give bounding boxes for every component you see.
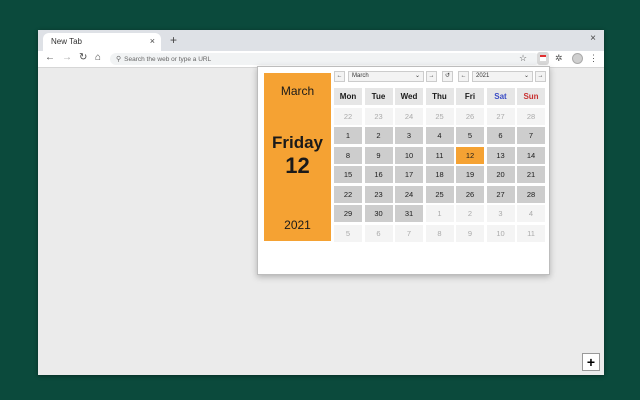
add-shortcut-button[interactable]: +	[582, 353, 600, 371]
next-year-button[interactable]: →	[535, 71, 546, 82]
tab-title: New Tab	[51, 37, 82, 46]
calendar-day-other-month[interactable]: 3	[486, 205, 515, 222]
calendar-day-other-month[interactable]: 5	[334, 224, 362, 242]
calendar: ← March ⌄ → ↺ ← 2021 ⌄ → Mon Tue Wed Thu Fri…	[334, 71, 547, 242]
selected-weekday: Friday	[271, 133, 324, 152]
home-icon[interactable]: ⌂	[95, 52, 101, 63]
calendar-day[interactable]: 31	[395, 205, 423, 222]
calendar-day[interactable]: 15	[334, 166, 362, 183]
address-placeholder: Search the web or type a URL	[124, 56, 212, 63]
selected-month: March	[280, 84, 315, 98]
calendar-day[interactable]: 19	[456, 166, 484, 183]
calendar-day[interactable]: 29	[334, 205, 362, 222]
calendar-day[interactable]: 22	[334, 185, 362, 203]
calendar-day[interactable]: 25	[425, 185, 454, 203]
selected-date: 12	[285, 153, 310, 178]
reload-icon[interactable]: ↻	[79, 52, 87, 63]
calendar-day-other-month[interactable]: 27	[486, 107, 515, 125]
calendar-day-other-month[interactable]: 24	[395, 107, 423, 125]
calendar-day[interactable]: 9	[364, 146, 393, 164]
selected-year: 2021	[284, 218, 311, 232]
calendar-day[interactable]: 23	[364, 185, 393, 203]
year-select-value: 2021	[476, 73, 490, 79]
calendar-day-other-month[interactable]: 25	[425, 107, 454, 125]
calendar-day[interactable]: 27	[486, 185, 515, 203]
calendar-day[interactable]: 6	[486, 127, 515, 144]
calendar-day-other-month[interactable]: 9	[456, 224, 484, 242]
calendar-day-other-month[interactable]: 28	[517, 107, 545, 125]
tab-close-icon[interactable]: ×	[150, 36, 155, 46]
tab-new-tab[interactable]: New Tab ×	[43, 33, 161, 51]
calendar-day-other-month[interactable]: 11	[517, 224, 545, 242]
calendar-day[interactable]: 11	[425, 146, 454, 164]
prev-month-button[interactable]: ←	[334, 71, 345, 82]
calendar-day[interactable]: 30	[364, 205, 393, 222]
search-icon: ⚲	[116, 56, 122, 63]
calendar-day-other-month[interactable]: 2	[456, 205, 484, 222]
calendar-day[interactable]: 16	[364, 166, 393, 183]
calendar-day[interactable]: 5	[456, 127, 484, 144]
calendar-day[interactable]: 7	[517, 127, 545, 144]
bookmark-star-icon[interactable]: ☆	[519, 53, 527, 64]
next-month-button[interactable]: →	[426, 71, 437, 82]
calendar-day-other-month[interactable]: 22	[334, 107, 362, 125]
calendar-day-other-month[interactable]: 6	[364, 224, 393, 242]
calendar-day[interactable]: 1	[334, 127, 362, 144]
weekday-header: Wed	[395, 88, 423, 105]
calendar-day[interactable]: 21	[517, 166, 545, 183]
weekday-header: Sun	[517, 88, 545, 105]
month-select[interactable]: March ⌄	[348, 71, 424, 82]
calendar-day-other-month[interactable]: 4	[517, 205, 545, 222]
selected-date-panel: March Friday 12 2021	[264, 73, 331, 241]
weekday-header: Fri	[456, 88, 484, 105]
forward-arrow-icon[interactable]: →	[62, 52, 72, 63]
window-close-icon[interactable]: ×	[590, 33, 596, 44]
calendar-day[interactable]: 17	[395, 166, 423, 183]
calendar-day[interactable]: 10	[395, 146, 423, 164]
calendar-day[interactable]: 2	[364, 127, 393, 144]
calendar-controls: ← March ⌄ → ↺ ← 2021 ⌄ →	[334, 71, 547, 83]
reset-today-button[interactable]: ↺	[442, 71, 453, 82]
calendar-day[interactable]: 28	[517, 185, 545, 203]
calendar-day-other-month[interactable]: 8	[425, 224, 454, 242]
weekday-header: Thu	[425, 88, 454, 105]
weekday-header: Tue	[364, 88, 393, 105]
browser-menu-icon[interactable]: ⋮	[589, 53, 598, 64]
calendar-day[interactable]: 13	[486, 146, 515, 164]
browser-window: New Tab × + × ← → ↻ ⌂ ⚲ Search the web or…	[38, 30, 604, 375]
back-arrow-icon[interactable]: ←	[45, 52, 55, 63]
calendar-popup: March Friday 12 2021 ← March ⌄ → ↺ ← 202…	[257, 66, 550, 275]
calendar-day-other-month[interactable]: 1	[425, 205, 454, 222]
calendar-day[interactable]: 20	[486, 166, 515, 183]
calendar-day[interactable]: 26	[456, 185, 484, 203]
calendar-day-other-month[interactable]: 10	[486, 224, 515, 242]
calendar-day[interactable]: 3	[395, 127, 423, 144]
calendar-day-other-month[interactable]: 7	[395, 224, 423, 242]
weekday-header: Mon	[334, 88, 362, 105]
calendar-day[interactable]: 18	[425, 166, 454, 183]
profile-avatar-icon[interactable]	[572, 53, 583, 64]
month-select-value: March	[352, 73, 369, 79]
calendar-day[interactable]: 8	[334, 146, 362, 164]
tab-strip: New Tab × + ×	[38, 30, 604, 51]
calendar-day-other-month[interactable]: 26	[456, 107, 484, 125]
new-tab-button[interactable]: +	[170, 33, 177, 47]
extensions-puzzle-icon[interactable]: ✲	[555, 53, 563, 64]
year-select[interactable]: 2021 ⌄	[472, 71, 533, 82]
chevron-down-icon: ⌄	[414, 73, 420, 79]
calendar-day-today[interactable]: 12	[456, 146, 484, 164]
address-bar[interactable]: ⚲ Search the web or type a URL	[110, 53, 540, 65]
calendar-extension-icon[interactable]	[537, 52, 549, 65]
prev-year-button[interactable]: ←	[458, 71, 469, 82]
calendar-day[interactable]: 14	[517, 146, 545, 164]
calendar-day-other-month[interactable]: 23	[364, 107, 393, 125]
calendar-grid: Mon Tue Wed Thu Fri Sat Sun 22 23 24 25 26 27 28 1 2 3 4 5…	[334, 88, 547, 242]
chevron-down-icon: ⌄	[523, 73, 529, 79]
calendar-day[interactable]: 24	[395, 185, 423, 203]
calendar-day[interactable]: 4	[425, 127, 454, 144]
weekday-header: Sat	[486, 88, 515, 105]
